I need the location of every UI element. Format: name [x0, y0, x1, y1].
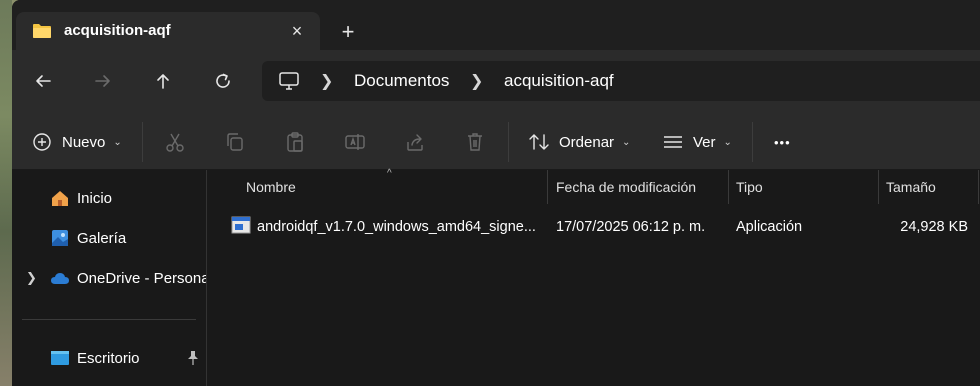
arrow-left-icon — [36, 75, 51, 87]
application-icon — [231, 216, 251, 234]
file-size: 24,928 KB — [900, 219, 968, 235]
view-list-icon — [664, 136, 682, 148]
column-header-name[interactable]: Nombre — [246, 179, 296, 195]
sidebar-item-escritorio[interactable]: Escritorio — [12, 344, 206, 372]
sidebar-item-label: OneDrive - Persona — [77, 270, 210, 287]
file-explorer-window: acquisition-aqf × + ❯ Documentos ❯ acqui… — [12, 0, 980, 386]
gallery-icon — [52, 230, 68, 246]
breadcrumb-acquisition-aqf[interactable]: acquisition-aqf — [504, 71, 614, 91]
plus-circle-icon — [33, 133, 51, 151]
sidebar-item-onedrive[interactable]: ❯ OneDrive - Persona — [12, 264, 210, 292]
tab-title: acquisition-aqf — [64, 22, 171, 39]
new-tab-button[interactable]: + — [336, 20, 360, 44]
column-header-size[interactable]: Tamaño — [886, 179, 936, 195]
cloud-icon — [51, 273, 69, 284]
cut-icon[interactable] — [164, 131, 186, 153]
navigation-pane: Inicio Galería ❯ OneDrive - Persona Escr… — [12, 170, 210, 386]
close-icon[interactable]: × — [286, 20, 308, 42]
sort-ascending-icon: ^ — [387, 168, 392, 179]
column-divider[interactable] — [878, 170, 879, 204]
back-button[interactable] — [30, 68, 56, 94]
chevron-right-icon[interactable]: ❯ — [26, 270, 37, 286]
more-options-button[interactable]: ••• — [774, 130, 791, 154]
chevron-right-icon[interactable]: ❯ — [320, 71, 333, 91]
column-divider[interactable] — [728, 170, 729, 204]
breadcrumb-documentos[interactable]: Documentos — [354, 71, 449, 91]
file-name[interactable]: androidqf_v1.7.0_windows_amd64_signe... — [257, 219, 536, 235]
chevron-down-icon: ⌄ — [723, 136, 732, 148]
copy-icon[interactable] — [224, 131, 246, 153]
up-button[interactable] — [150, 68, 176, 94]
sidebar-item-label: Escritorio — [77, 350, 140, 367]
separator — [142, 122, 143, 162]
separator — [752, 122, 753, 162]
new-label: Nuevo — [62, 133, 106, 151]
sidebar-item-label: Galería — [77, 230, 127, 247]
paste-icon[interactable] — [284, 131, 306, 153]
chevron-down-icon: ⌄ — [113, 136, 122, 148]
divider — [22, 319, 196, 320]
separator — [508, 122, 509, 162]
new-button[interactable]: Nuevo ⌄ — [32, 130, 122, 154]
chevron-right-icon[interactable]: ❯ — [470, 71, 483, 91]
sidebar-item-label: Inicio — [77, 190, 113, 207]
column-divider[interactable] — [978, 170, 979, 204]
file-list: ^ Nombre Fecha de modificación Tipo Tama… — [207, 168, 980, 386]
view-label: Ver — [693, 133, 716, 151]
sort-label: Ordenar — [559, 133, 615, 151]
home-icon — [52, 191, 68, 206]
column-divider[interactable] — [547, 170, 548, 204]
refresh-icon — [216, 73, 230, 88]
command-bar: Nuevo ⌄ Ordenar ⌄ Ver ⌄ ••• — [12, 112, 980, 170]
delete-icon[interactable] — [464, 131, 486, 153]
share-icon[interactable] — [404, 131, 426, 153]
arrow-right-icon — [95, 75, 110, 87]
refresh-button[interactable] — [210, 68, 236, 94]
desktop-icon — [51, 351, 69, 365]
desktop-background — [0, 0, 12, 386]
sort-button[interactable]: Ordenar ⌄ — [528, 130, 630, 154]
computer-icon — [279, 72, 299, 90]
sidebar-item-inicio[interactable]: Inicio — [12, 184, 206, 212]
sort-icon — [529, 134, 549, 150]
tab-acquisition-aqf[interactable]: acquisition-aqf × — [16, 12, 320, 50]
folder-icon — [33, 24, 51, 38]
column-header-modified[interactable]: Fecha de modificación — [556, 179, 696, 195]
file-modified: 17/07/2025 06:12 p. m. — [556, 219, 706, 235]
file-type: Aplicación — [736, 219, 803, 235]
tab-bar: acquisition-aqf × + — [12, 0, 980, 50]
column-header-type[interactable]: Tipo — [736, 179, 763, 195]
pin-icon[interactable] — [186, 350, 200, 366]
chevron-down-icon: ⌄ — [622, 136, 631, 148]
sidebar-item-galeria[interactable]: Galería — [12, 224, 206, 252]
view-button[interactable]: Ver ⌄ — [662, 130, 732, 154]
arrow-up-icon — [157, 74, 169, 89]
table-row[interactable]: androidqf_v1.7.0_windows_amd64_signe... … — [207, 212, 980, 242]
rename-icon[interactable] — [344, 131, 366, 153]
navigation-bar: ❯ Documentos ❯ acquisition-aqf — [12, 50, 980, 112]
address-bar[interactable]: ❯ Documentos ❯ acquisition-aqf — [262, 61, 980, 101]
forward-button[interactable] — [90, 68, 116, 94]
